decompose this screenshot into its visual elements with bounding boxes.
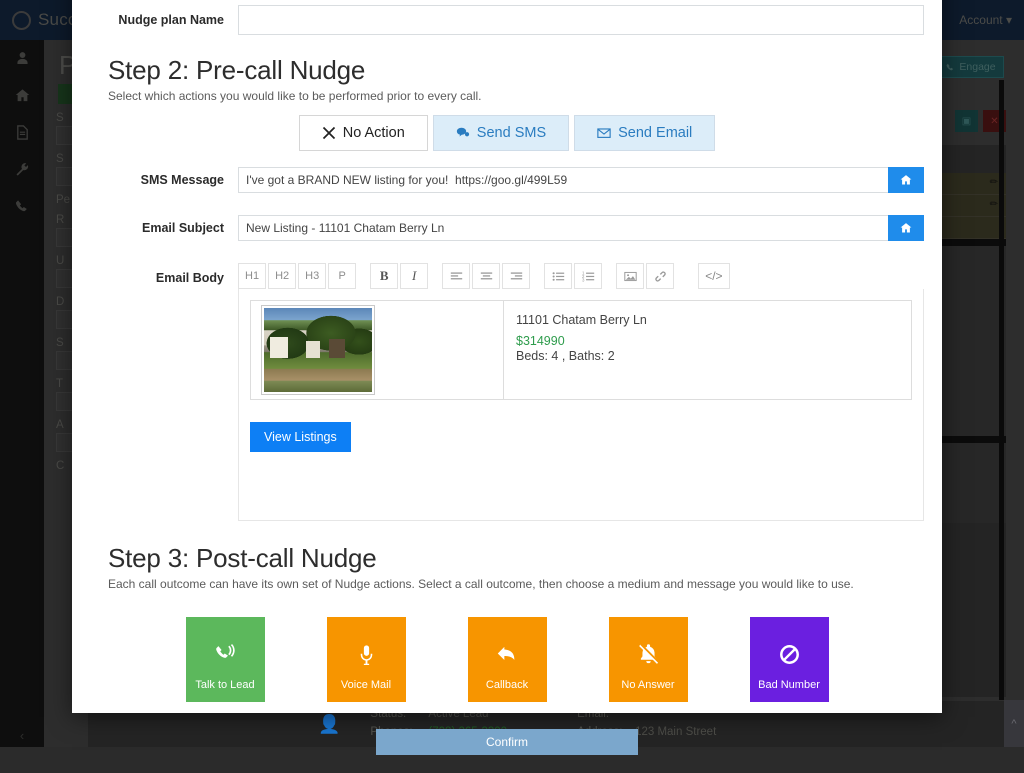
- home-icon: [900, 174, 912, 186]
- bell-slash-icon: [638, 644, 659, 670]
- save-icon-button[interactable]: ▣: [955, 110, 978, 132]
- paragraph-button[interactable]: P: [328, 263, 356, 289]
- sidebar-item-home[interactable]: [0, 77, 44, 114]
- bold-button[interactable]: B: [370, 263, 398, 289]
- logo-ring-icon: [12, 11, 31, 30]
- sidebar-item-settings[interactable]: [0, 151, 44, 188]
- ban-icon: [779, 644, 800, 670]
- listing-card: 11101 Chatam Berry Ln $314990 Beds: 4 , …: [250, 300, 912, 400]
- outcome-callback[interactable]: Callback: [468, 617, 547, 702]
- step3-title: Step 3: Post-call Nudge: [108, 543, 924, 574]
- account-menu[interactable]: Account ▾: [959, 13, 1012, 27]
- listing-price: $314990: [516, 334, 911, 348]
- outcome-talk-to-lead[interactable]: Talk to Lead: [186, 617, 265, 702]
- numbered-list-button[interactable]: 123: [574, 263, 602, 289]
- outcome-bad-number[interactable]: Bad Number: [750, 617, 829, 702]
- call-outcome-tiles: Talk to Lead Voice Mail Callback No Answ…: [90, 617, 924, 702]
- bullet-list-icon: [552, 270, 565, 283]
- edit-pencil-icon[interactable]: ✏: [990, 199, 998, 210]
- outcome-voice-mail[interactable]: Voice Mail: [327, 617, 406, 702]
- link-icon: [654, 270, 667, 283]
- sidebar-item-user[interactable]: [0, 40, 44, 77]
- engage-button-label: Engage: [959, 61, 995, 73]
- align-left-button[interactable]: [442, 263, 470, 289]
- image-icon: [624, 270, 637, 283]
- outcome-label: Callback: [486, 679, 528, 691]
- tab-send-email-label: Send Email: [618, 125, 692, 141]
- insert-link-button[interactable]: [646, 263, 674, 289]
- precall-action-tabs: No Action Send SMS Send Email: [90, 115, 924, 151]
- nudge-plan-modal: Nudge plan Name Step 2: Pre-call Nudge S…: [72, 0, 942, 713]
- confirm-button[interactable]: Confirm: [376, 729, 638, 755]
- background-right-gutter: [999, 80, 1004, 700]
- insert-image-button[interactable]: [616, 263, 644, 289]
- app-sidebar: ‹: [0, 40, 44, 747]
- email-body-editor: H1 H2 H3 P B I: [238, 263, 924, 521]
- microphone-icon: [356, 644, 377, 670]
- outcome-label: Talk to Lead: [195, 679, 254, 691]
- outcome-label: No Answer: [621, 679, 674, 691]
- align-right-button[interactable]: [502, 263, 530, 289]
- step3-subtitle: Each call outcome can have its own set o…: [108, 577, 924, 591]
- tab-no-action-label: No Action: [343, 125, 405, 141]
- nudge-plan-name-input[interactable]: [238, 5, 924, 35]
- sms-message-input[interactable]: [238, 167, 888, 193]
- numbered-list-icon: 123: [582, 270, 595, 283]
- svg-text:3: 3: [582, 277, 585, 282]
- listing-beds-baths: Beds: 4 , Baths: 2: [516, 349, 911, 363]
- nudge-plan-name-label: Nudge plan Name: [90, 13, 238, 27]
- phone-volume-icon: [215, 644, 236, 670]
- home-icon: [900, 222, 912, 234]
- reply-arrow-icon: [497, 644, 518, 670]
- outcome-label: Bad Number: [758, 679, 820, 691]
- view-listings-button[interactable]: View Listings: [250, 422, 351, 452]
- align-center-button[interactable]: [472, 263, 500, 289]
- sms-message-label: SMS Message: [90, 173, 238, 187]
- tab-send-email[interactable]: Send Email: [574, 115, 715, 151]
- align-center-icon: [480, 270, 493, 283]
- listing-thumbnail-cell: [251, 301, 504, 399]
- outcome-label: Voice Mail: [341, 679, 391, 691]
- engage-button[interactable]: Engage: [938, 56, 1004, 78]
- step2-title: Step 2: Pre-call Nudge: [108, 55, 924, 86]
- subject-merge-field-button[interactable]: [888, 215, 924, 241]
- code-view-button[interactable]: </>: [698, 263, 729, 289]
- email-subject-input[interactable]: [238, 215, 888, 241]
- sms-merge-field-button[interactable]: [888, 167, 924, 193]
- house-listing-photo: [264, 308, 372, 392]
- sidebar-collapse-toggle[interactable]: ‹: [0, 728, 44, 743]
- edit-pencil-icon[interactable]: ✏: [990, 177, 998, 188]
- bullet-list-button[interactable]: [544, 263, 572, 289]
- listing-info-cell: 11101 Chatam Berry Ln $314990 Beds: 4 , …: [504, 301, 911, 399]
- sidebar-item-calls[interactable]: [0, 188, 44, 225]
- step2-subtitle: Select which actions you would like to b…: [108, 89, 924, 103]
- h1-button[interactable]: H1: [238, 263, 266, 289]
- listing-photo-frame: [261, 305, 375, 395]
- outcome-no-answer[interactable]: No Answer: [609, 617, 688, 702]
- sidebar-item-documents[interactable]: [0, 114, 44, 151]
- tab-no-action[interactable]: No Action: [299, 115, 428, 151]
- tab-send-sms[interactable]: Send SMS: [433, 115, 569, 151]
- email-subject-label: Email Subject: [90, 221, 238, 235]
- tab-send-sms-label: Send SMS: [477, 125, 546, 141]
- align-right-icon: [510, 270, 523, 283]
- email-body-content[interactable]: 11101 Chatam Berry Ln $314990 Beds: 4 , …: [238, 289, 924, 521]
- h2-button[interactable]: H2: [268, 263, 296, 289]
- scroll-to-top-button[interactable]: ^: [1004, 700, 1024, 747]
- align-left-icon: [450, 270, 463, 283]
- editor-toolbar: H1 H2 H3 P B I: [238, 263, 924, 289]
- email-body-label: Email Body: [90, 263, 238, 285]
- italic-button[interactable]: I: [400, 263, 428, 289]
- h3-button[interactable]: H3: [298, 263, 326, 289]
- listing-address: 11101 Chatam Berry Ln: [516, 313, 911, 327]
